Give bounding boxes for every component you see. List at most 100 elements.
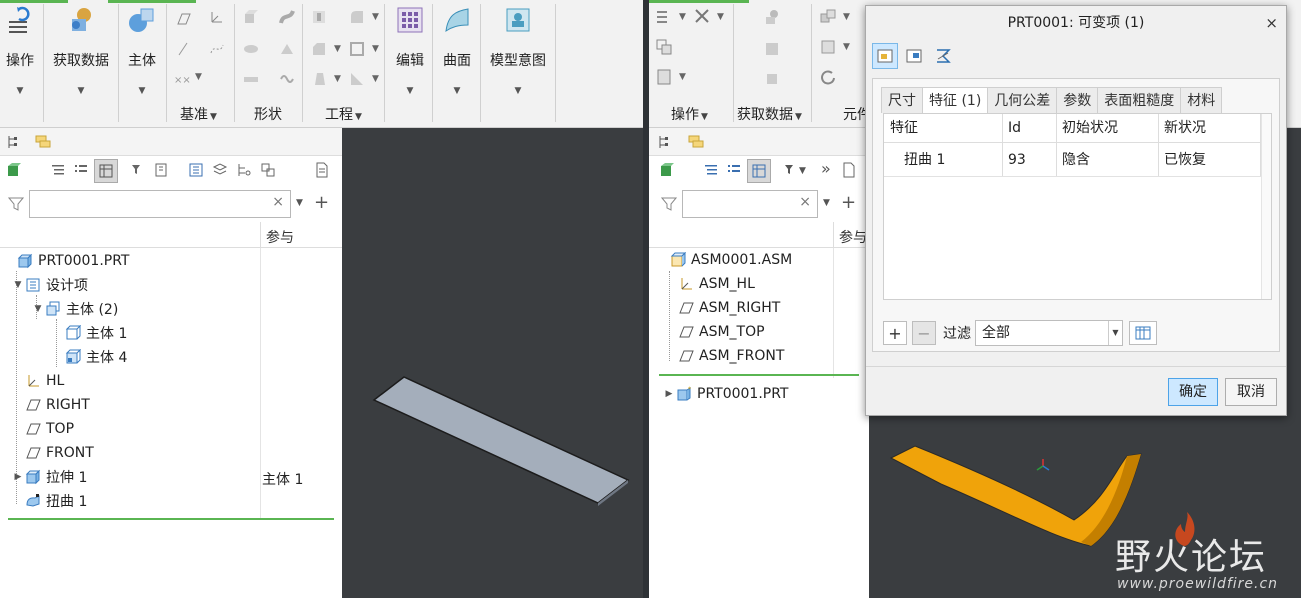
hole-icon[interactable] — [310, 8, 328, 26]
tree-columns-icon[interactable] — [726, 162, 742, 182]
round-icon[interactable] — [348, 8, 366, 26]
delete-icon[interactable] — [693, 7, 711, 25]
tree-search-input[interactable]: × — [682, 190, 818, 218]
revolve-icon[interactable] — [242, 40, 260, 58]
add-icon[interactable]: + — [841, 192, 856, 213]
chamfer-icon[interactable] — [310, 40, 328, 58]
chevron-down-icon[interactable]: ▼ — [1108, 321, 1122, 345]
engineering-group-label[interactable]: 工程 ▼ — [325, 104, 362, 124]
shell-icon[interactable] — [348, 40, 366, 58]
paste-icon[interactable] — [655, 68, 673, 86]
show-icon[interactable] — [6, 162, 22, 182]
add-button[interactable]: + — [883, 321, 907, 345]
expand-icon[interactable]: ▶ — [12, 472, 24, 482]
rib-icon[interactable] — [348, 70, 366, 88]
get-data-button[interactable]: 获取数据 ▼ — [51, 4, 111, 96]
remove-button[interactable]: − — [912, 321, 936, 345]
tree-item-asm-top[interactable]: ASM_TOP — [665, 320, 765, 344]
datum-group-label[interactable]: 基准 ▼ — [180, 104, 217, 124]
datum-curve-icon[interactable] — [208, 40, 226, 58]
helical-sweep-icon[interactable] — [278, 70, 296, 88]
search-tree-icon[interactable] — [236, 162, 252, 182]
clear-icon[interactable]: × — [799, 194, 811, 210]
tree-item-component-part[interactable]: ▶ * PRT0001.PRT — [663, 382, 789, 406]
close-icon[interactable]: × — [1265, 14, 1278, 32]
tree-item-asm-front[interactable]: ASM_FRONT — [665, 344, 784, 368]
layer-tree-tab-icon[interactable] — [34, 133, 52, 155]
tree-search-input[interactable]: × — [29, 190, 291, 218]
header-new-status[interactable]: 新状况 — [1158, 114, 1206, 142]
filter-tree-icon[interactable] — [130, 162, 146, 182]
tab-dimensions[interactable]: 尺寸 — [881, 87, 923, 113]
chevron-down-icon[interactable]: ▼ — [799, 166, 806, 176]
operations-group-label[interactable]: 操作 ▼ — [671, 104, 708, 124]
draft-icon[interactable] — [310, 70, 328, 88]
get-data-icon[interactable] — [763, 8, 781, 26]
tree-item-warp-1[interactable]: 扭曲 1 — [12, 489, 87, 513]
swept-blend-icon[interactable] — [242, 70, 260, 88]
header-initial-status[interactable]: 初始状况 — [1056, 114, 1118, 142]
tree-item-asm-hl[interactable]: ASM_HL — [665, 272, 755, 296]
flexibility-button[interactable] — [930, 43, 956, 69]
model-tree-tab-icon[interactable] — [6, 134, 22, 154]
extrude-icon[interactable] — [242, 8, 260, 26]
tree-item-extrude-1[interactable]: ▶ 拉伸 1 — [12, 465, 87, 489]
table-row[interactable]: 扭曲 1 93 隐含 已恢复 — [884, 143, 1271, 177]
add-icon[interactable]: + — [314, 192, 329, 213]
show-icon[interactable] — [659, 162, 675, 182]
list-icon[interactable] — [703, 162, 719, 182]
tree-columns-icon[interactable] — [73, 162, 89, 182]
datum-point-icon[interactable]: ××× — [172, 70, 199, 88]
tree-item-front[interactable]: FRONT — [12, 441, 94, 465]
tree-item-top[interactable]: TOP — [12, 417, 74, 441]
tree-item-body-4[interactable]: 主体 4 — [52, 345, 127, 369]
tab-material[interactable]: 材料 — [1180, 87, 1223, 113]
model-tree-tab-icon[interactable] — [657, 134, 673, 154]
document-icon[interactable] — [841, 162, 857, 182]
insert-indicator[interactable] — [659, 374, 859, 376]
expand-icon[interactable]: ▶ — [663, 389, 675, 399]
table-view-icon[interactable] — [747, 159, 771, 183]
sweep-icon[interactable] — [278, 8, 296, 26]
table-scrollbar[interactable] — [1261, 114, 1271, 299]
tab-gtol[interactable]: 几何公差 — [987, 87, 1058, 113]
tree-item-design-items[interactable]: ▼ 设计项 — [12, 273, 88, 297]
layer-tree-tab-icon[interactable] — [687, 133, 705, 155]
filter-select[interactable]: 全部 ▼ — [975, 320, 1123, 346]
tree-item-bodies[interactable]: ▼ 主体 (2) — [32, 297, 118, 321]
more-icon[interactable]: » — [821, 159, 831, 178]
filter-tree-icon[interactable] — [783, 162, 799, 182]
insert-indicator[interactable] — [8, 518, 334, 520]
assemble-icon[interactable] — [819, 8, 837, 26]
predefined-items-button[interactable] — [901, 43, 927, 69]
chevron-down-icon[interactable]: ▼ — [823, 198, 830, 208]
tree-item-hl[interactable]: HL — [12, 369, 64, 393]
surface-button[interactable]: 曲面 ▼ — [427, 4, 487, 96]
csys-icon[interactable] — [208, 8, 226, 26]
table-settings-button[interactable] — [1129, 321, 1157, 345]
list-icon[interactable] — [50, 162, 66, 182]
repeat-icon[interactable] — [819, 68, 837, 86]
tab-features[interactable]: 特征 (1) — [922, 87, 989, 114]
tree-item-asm-right[interactable]: ASM_RIGHT — [665, 296, 780, 320]
tab-surface-finish[interactable]: 表面粗糙度 — [1097, 87, 1182, 113]
clear-icon[interactable]: × — [272, 194, 284, 210]
tree-item-part[interactable]: PRT0001.PRT — [4, 249, 130, 273]
tab-parameters[interactable]: 参数 — [1056, 87, 1099, 113]
ok-button[interactable]: 确定 — [1168, 378, 1218, 406]
collapse-icon[interactable]: ▼ — [32, 304, 44, 314]
table-view-icon[interactable] — [94, 159, 118, 183]
details-icon[interactable] — [188, 162, 204, 182]
tree-item-body-1[interactable]: 主体 1 — [52, 321, 127, 345]
cancel-button[interactable]: 取消 — [1225, 378, 1277, 406]
model-intent-button[interactable]: 模型意图 ▼ — [488, 4, 548, 96]
shrinkwrap-icon[interactable] — [763, 70, 781, 88]
body-button[interactable]: 主体 ▼ — [112, 4, 172, 96]
tree-item-right[interactable]: RIGHT — [12, 393, 90, 417]
import-icon[interactable] — [763, 40, 781, 58]
regenerate-icon[interactable] — [655, 8, 673, 26]
datum-plane-icon[interactable] — [174, 10, 192, 28]
cell-new-status[interactable]: 已恢复 — [1158, 143, 1206, 176]
varied-items-button[interactable] — [872, 43, 898, 69]
document-icon[interactable] — [314, 162, 330, 182]
